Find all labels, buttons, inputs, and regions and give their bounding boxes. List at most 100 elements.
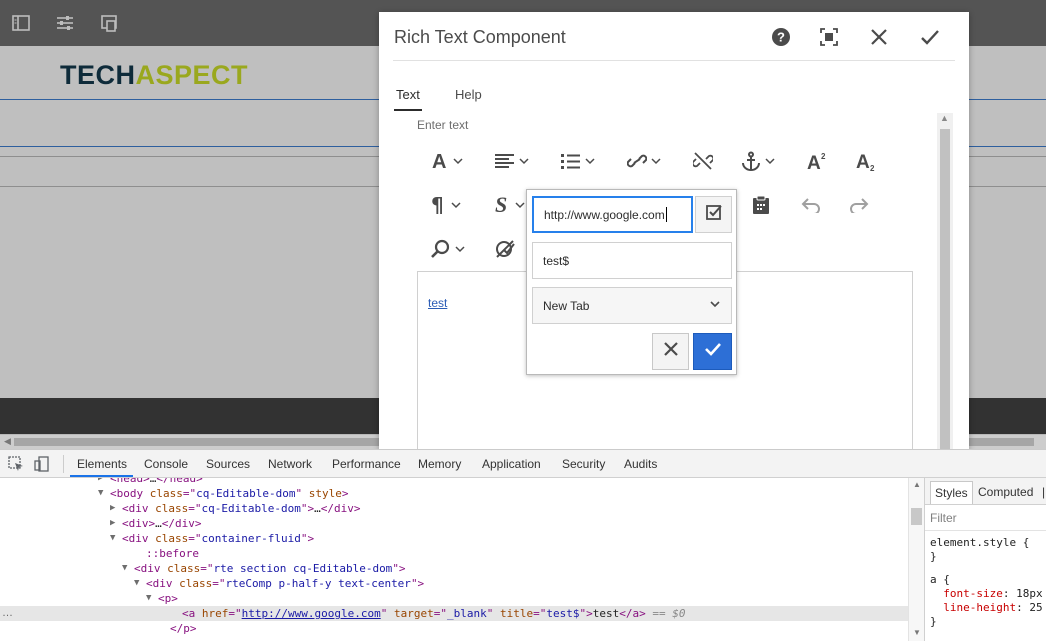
undo-button[interactable] (801, 190, 821, 220)
justify-button[interactable] (495, 146, 529, 176)
style-rule-line: line-height: 25 (943, 601, 1043, 614)
styles-button[interactable]: S (495, 190, 525, 220)
styles-filter-input[interactable]: Filter (930, 511, 957, 525)
emulator-icon[interactable] (99, 13, 119, 33)
link-cancel-button[interactable] (652, 333, 689, 370)
paste-button[interactable] (752, 190, 770, 220)
align-left-icon (495, 153, 515, 169)
list-button[interactable] (561, 146, 595, 176)
svg-text:S: S (495, 194, 507, 216)
unlink-icon (693, 151, 713, 171)
filter-divider (925, 530, 1046, 531)
chevron-down-icon (451, 200, 461, 210)
devtools-tab-audits[interactable]: Audits (624, 457, 657, 471)
devtools-tab-application[interactable]: Application (482, 457, 541, 471)
help-icon[interactable]: ? (770, 26, 792, 48)
devtools-tab-sources[interactable]: Sources (206, 457, 250, 471)
svg-text:2: 2 (870, 164, 875, 171)
link-title-input[interactable]: test$ (532, 242, 732, 279)
close-icon[interactable] (868, 26, 890, 48)
devtools-tab-elements[interactable]: Elements (77, 457, 127, 471)
chevron-down-icon (519, 156, 529, 166)
chevron-down-icon (585, 156, 595, 166)
chevron-down-icon (453, 156, 463, 166)
dialog-title: Rich Text Component (394, 27, 566, 47)
link-popover: http://www.google.com test$ New Tab (526, 189, 737, 375)
devtools-tab-bar: Elements Console Sources Network Perform… (0, 450, 1046, 478)
unlink-button[interactable] (693, 146, 713, 176)
link-target-value: New Tab (543, 298, 590, 313)
styles-pane: Styles Computed | Filter element.style {… (924, 478, 1046, 641)
active-devtools-tab-indicator (70, 475, 133, 477)
styles-tab[interactable]: Styles (930, 481, 973, 504)
dom-tree-scrollbar[interactable]: ▲ ▼ (908, 478, 924, 641)
dom-node-selected[interactable]: <a href="http://www.google.com" target="… (0, 606, 908, 621)
tab-text[interactable]: Text (396, 87, 420, 102)
editor-link-text[interactable]: test (428, 296, 447, 310)
active-tab-indicator (394, 109, 422, 111)
fullscreen-icon[interactable] (818, 26, 840, 48)
site-logo: TECHASPECT (60, 60, 249, 90)
link-icon (627, 152, 647, 170)
more-tabs-indicator[interactable]: | (1042, 485, 1045, 499)
redo-button[interactable] (849, 190, 869, 220)
devtools-tab-console[interactable]: Console (144, 457, 188, 471)
font-format-icon: A (431, 151, 449, 171)
search-icon (431, 239, 451, 259)
tab-help[interactable]: Help (455, 87, 482, 102)
paragraph-format-button[interactable]: ¶ (431, 190, 461, 220)
devtools-tab-performance[interactable]: Performance (332, 457, 401, 471)
redo-icon (849, 197, 869, 213)
expand-triangle-icon[interactable]: ▼ (110, 531, 115, 546)
expand-triangle-icon[interactable]: ▶ (98, 478, 103, 486)
more-options-icon[interactable]: … (2, 607, 13, 619)
anchor-button[interactable] (741, 146, 775, 176)
side-panel-icon[interactable] (11, 13, 31, 33)
chevron-down-icon (515, 200, 525, 210)
superscript-button[interactable]: A2 (807, 146, 829, 176)
url-input-value: http://www.google.com (544, 207, 665, 222)
styles-tab-bar: Styles Computed | (925, 478, 1046, 505)
expand-triangle-icon[interactable]: ▶ (110, 516, 115, 531)
expand-triangle-icon[interactable]: ▼ (122, 561, 127, 576)
devtools-tab-security[interactable]: Security (562, 457, 605, 471)
subscript-button[interactable]: A2 (856, 146, 878, 176)
format-button[interactable]: A (431, 146, 463, 176)
spellcheck-button[interactable] (495, 234, 515, 264)
chevron-down-icon (455, 244, 465, 254)
undo-icon (801, 197, 821, 213)
page-properties-icon[interactable] (55, 13, 75, 33)
link-button[interactable] (627, 146, 661, 176)
spellcheck-icon (495, 239, 515, 259)
close-icon (663, 341, 679, 362)
expand-triangle-icon[interactable]: ▼ (146, 591, 151, 606)
chevron-down-icon (765, 156, 775, 166)
select-checkbox-icon (705, 203, 723, 226)
svg-text:2: 2 (821, 152, 826, 161)
expand-triangle-icon[interactable]: ▼ (98, 486, 103, 501)
check-icon (704, 340, 722, 363)
dialog-scrollbar[interactable]: ▲ (937, 113, 953, 450)
computed-tab[interactable]: Computed (978, 485, 1033, 499)
inspect-element-icon[interactable] (8, 456, 24, 472)
anchor-icon (741, 151, 761, 171)
link-target-select[interactable]: New Tab (532, 287, 732, 324)
devtools-tab-memory[interactable]: Memory (418, 457, 461, 471)
svg-text:A: A (807, 153, 821, 171)
url-input[interactable]: http://www.google.com (532, 196, 693, 233)
expand-triangle-icon[interactable]: ▶ (110, 501, 115, 516)
find-replace-button[interactable] (431, 234, 465, 264)
devtools-tab-network[interactable]: Network (268, 457, 312, 471)
svg-text:?: ? (777, 30, 785, 45)
device-toolbar-icon[interactable] (34, 456, 50, 472)
svg-text:A: A (432, 151, 446, 171)
text-cursor (665, 207, 667, 222)
style-rule-line: a { (930, 573, 950, 586)
done-check-icon[interactable] (919, 26, 941, 48)
expand-triangle-icon[interactable]: ▼ (134, 576, 139, 591)
link-apply-button[interactable] (693, 333, 732, 370)
dialog-header-divider (393, 60, 955, 61)
link-title-value: test$ (543, 253, 570, 268)
dom-tree[interactable]: ▶ <head>…</head> ▼ <body class="cq-Editable… (0, 478, 908, 641)
browse-path-button[interactable] (695, 196, 732, 233)
